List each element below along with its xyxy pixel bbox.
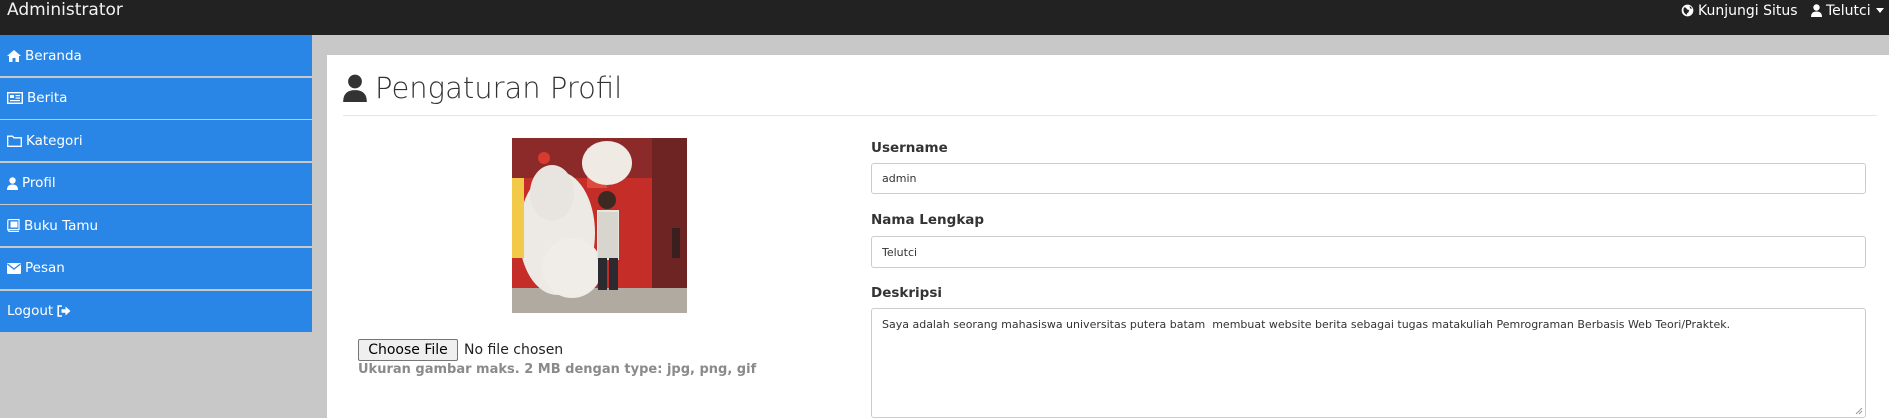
home-icon	[7, 49, 21, 62]
sidebar-item-kategori[interactable]: Kategori	[0, 120, 312, 162]
folder-icon	[7, 135, 22, 147]
sidebar-item-label: Profil	[22, 175, 56, 192]
username-field[interactable]: admin	[871, 163, 1866, 194]
description-value: Saya adalah seorang mahasiswa universita…	[882, 318, 1731, 331]
sidebar-item-label: Buku Tamu	[24, 217, 99, 234]
description-label: Deskripsi	[871, 285, 942, 301]
visit-site-link[interactable]: Kunjungi Situs	[1681, 0, 1798, 21]
file-status: No file chosen	[464, 342, 564, 358]
user-name-label: Telutci	[1826, 2, 1871, 19]
sidebar-item-beranda[interactable]: Beranda	[0, 35, 312, 76]
sidebar-item-label: Pesan	[25, 260, 65, 277]
globe-icon	[1681, 4, 1694, 17]
top-navbar: Administrator Kunjungi Situs Telutci	[0, 0, 1889, 35]
envelope-icon	[7, 262, 21, 274]
sidebar-item-label: Logout	[7, 303, 54, 320]
sidebar-item-label: Kategori	[26, 132, 83, 149]
fullname-field[interactable]: Telutci	[871, 236, 1866, 268]
sidebar-item-pesan[interactable]: Pesan	[0, 247, 312, 289]
user-menu-dropdown[interactable]: Telutci	[1811, 0, 1884, 21]
title-divider	[343, 115, 1877, 116]
page-title-text: Pengaturan Profil	[375, 71, 623, 105]
sidebar-item-label: Beranda	[25, 47, 82, 64]
sign-out-icon	[57, 305, 71, 317]
caret-down-icon	[1875, 8, 1884, 13]
user-icon	[1811, 4, 1822, 17]
sidebar-item-buku-tamu[interactable]: Buku Tamu	[0, 205, 312, 247]
fullname-value: Telutci	[882, 245, 918, 259]
visit-site-label: Kunjungi Situs	[1698, 2, 1798, 19]
file-upload: Choose File No file chosen	[358, 339, 563, 361]
sidebar-item-berita[interactable]: Berita	[0, 77, 312, 119]
page-title: Pengaturan Profil	[343, 71, 622, 105]
book-icon	[7, 219, 20, 233]
upload-help-text: Ukuran gambar maks. 2 MB dengan type: jp…	[358, 362, 757, 377]
description-textarea[interactable]: Saya adalah seorang mahasiswa universita…	[871, 308, 1866, 418]
username-label: Username	[871, 140, 948, 156]
sidebar-item-logout[interactable]: Logout	[0, 290, 312, 332]
brand-title[interactable]: Administrator	[7, 0, 123, 21]
main-content: Pengaturan Profil Choose File No file ch…	[327, 55, 1889, 418]
sidebar-item-label: Berita	[27, 90, 68, 107]
user-icon	[343, 74, 367, 102]
resize-grip-icon[interactable]	[1855, 407, 1863, 415]
choose-file-button[interactable]: Choose File	[358, 339, 458, 361]
fullname-label: Nama Lengkap	[871, 212, 985, 228]
sidebar: Beranda Berita Kategori Profil Buku Tamu	[0, 35, 312, 333]
newspaper-icon	[7, 92, 23, 105]
user-icon	[7, 177, 18, 190]
username-value: admin	[882, 172, 917, 185]
sidebar-item-profil[interactable]: Profil	[0, 162, 312, 204]
profile-photo	[512, 138, 687, 313]
